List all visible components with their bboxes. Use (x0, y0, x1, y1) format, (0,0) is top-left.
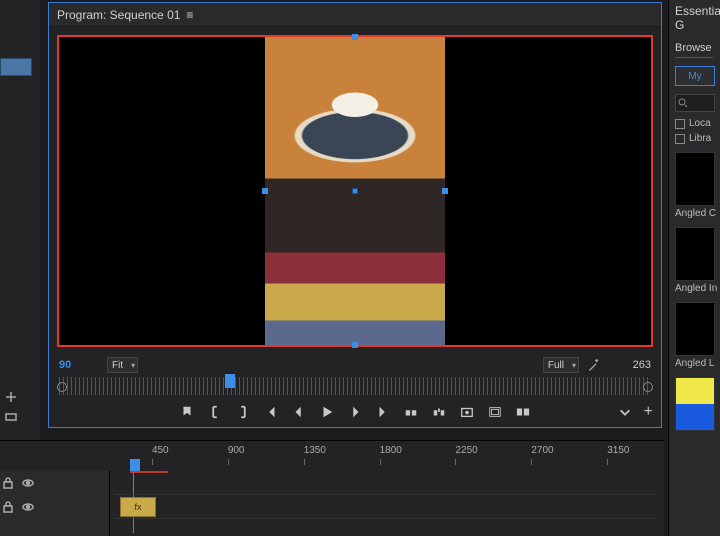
selection-handle-right[interactable] (442, 188, 448, 194)
goto-out-button[interactable] (376, 405, 390, 419)
eg-title: Essential G (675, 4, 720, 32)
eg-template-thumb-2[interactable] (675, 227, 715, 281)
eg-template-thumb-3[interactable] (675, 302, 715, 356)
eg-template-label-1: Angled C (675, 208, 720, 219)
panel-title: Program: Sequence 01 (57, 8, 180, 22)
ruler-tick: 900 (228, 445, 245, 456)
source-clip-strip[interactable] (0, 58, 32, 76)
overwrite-icon[interactable] (4, 410, 18, 424)
time-ruler[interactable]: 450 900 1350 1800 2250 2700 3150 (114, 445, 656, 467)
selection-anchor-center[interactable] (352, 188, 358, 194)
lift-button[interactable] (404, 405, 418, 419)
program-viewer[interactable] (57, 35, 653, 347)
play-button[interactable] (320, 405, 334, 419)
ruler-tick: 2700 (531, 445, 553, 456)
ruler-tick: 2250 (455, 445, 477, 456)
goto-in-button[interactable] (264, 405, 278, 419)
eg-template-thumb-4[interactable] (675, 377, 715, 431)
track-header-column (0, 471, 110, 536)
quality-dropdown-label: Full (548, 360, 564, 371)
add-marker-button[interactable] (180, 405, 194, 419)
eg-template-label-2: Angled In (675, 283, 720, 294)
eg-template-label-3: Angled L (675, 358, 720, 369)
source-panel-sliver (0, 0, 40, 460)
scrub-bar[interactable] (59, 377, 651, 395)
step-back-button[interactable] (292, 405, 306, 419)
safe-margin-button[interactable] (488, 405, 502, 419)
panel-menu-icon[interactable]: ≡ (186, 8, 193, 22)
zoom-dropdown-label: Fit (112, 360, 123, 371)
video-frame[interactable] (265, 37, 445, 345)
step-forward-button[interactable] (348, 405, 362, 419)
track-header-v1[interactable] (2, 495, 34, 519)
lock-icon[interactable] (2, 501, 14, 513)
track-v2[interactable] (114, 471, 656, 495)
ruler-tick: 1350 (304, 445, 326, 456)
extract-button[interactable] (432, 405, 446, 419)
eye-icon[interactable] (22, 501, 34, 513)
ruler-tick: 1800 (380, 445, 402, 456)
scrub-playhead[interactable] (225, 374, 235, 388)
ruler-tick: 3150 (607, 445, 629, 456)
selection-handle-left[interactable] (262, 188, 268, 194)
eg-template-thumb-1[interactable] (675, 152, 715, 206)
button-editor-add[interactable]: + (640, 403, 653, 421)
eg-search-input[interactable] (675, 94, 715, 112)
panel-header: Program: Sequence 01 ≡ (49, 3, 661, 27)
checkbox-icon[interactable] (675, 119, 685, 129)
settings-wrench-icon[interactable] (587, 358, 601, 372)
viewer-footer: 90 Fit Full 263 (49, 355, 661, 375)
zoom-dropdown[interactable]: Fit (107, 357, 138, 373)
checkbox-icon[interactable] (675, 134, 685, 144)
ruler-tick: 450 (152, 445, 169, 456)
program-monitor-panel: Program: Sequence 01 ≡ 90 Fit Full 263 (48, 2, 662, 428)
eg-library-checkbox[interactable]: Libra (675, 133, 720, 144)
timecode-left[interactable]: 90 (59, 359, 99, 371)
eg-local-checkbox[interactable]: Loca (675, 118, 720, 129)
timeline-clip[interactable]: fx (120, 497, 156, 517)
lock-icon[interactable] (2, 477, 14, 489)
track-header-v2[interactable] (2, 471, 34, 495)
eg-library-label: Libra (689, 133, 711, 144)
export-frame-button[interactable] (460, 405, 474, 419)
comparison-view-button[interactable] (516, 405, 530, 419)
quality-dropdown[interactable]: Full (543, 357, 579, 373)
search-icon (678, 98, 688, 108)
eg-local-label: Loca (689, 118, 711, 129)
essential-graphics-panel: Essential G Browse My Loca Libra Angled … (668, 0, 720, 536)
eg-my-templates-button[interactable]: My (675, 66, 715, 86)
timeline-panel: 450 900 1350 1800 2250 2700 3150 fx (0, 440, 664, 536)
more-overflow-button[interactable] (618, 405, 632, 419)
transport-bar: + (49, 397, 661, 427)
selection-handle-top[interactable] (352, 34, 358, 40)
timecode-right[interactable]: 263 (609, 359, 651, 371)
eye-icon[interactable] (22, 477, 34, 489)
track-v1[interactable]: fx (114, 495, 656, 519)
eg-tab-browse[interactable]: Browse (675, 42, 713, 58)
insert-icon[interactable] (4, 390, 18, 404)
clip-fx-badge: fx (134, 502, 141, 512)
timeline-tracks: fx (0, 471, 656, 536)
selection-handle-bottom[interactable] (352, 342, 358, 348)
mark-out-button[interactable] (236, 405, 250, 419)
mark-in-button[interactable] (208, 405, 222, 419)
